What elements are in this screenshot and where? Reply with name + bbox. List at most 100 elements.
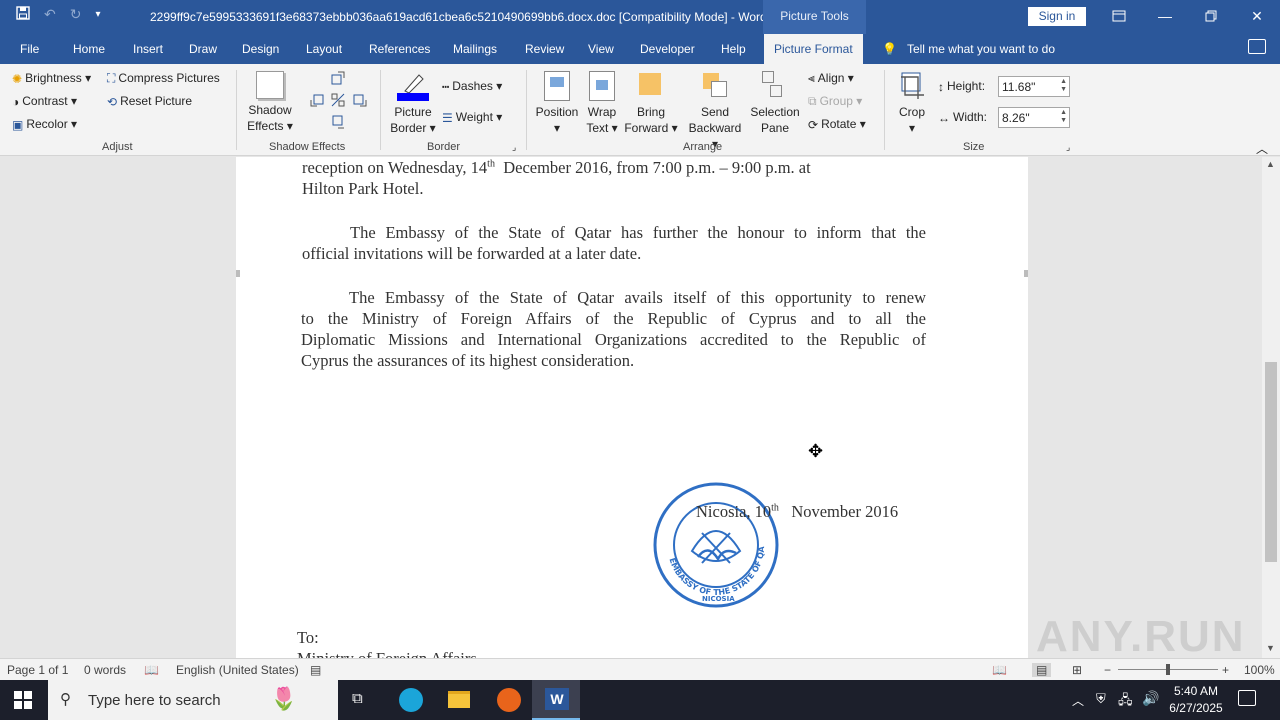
reset-picture-button[interactable]: ⟲ Reset Picture [107,94,192,109]
border-dialog-launcher-icon[interactable]: ⌟ [512,142,516,153]
task-view-icon[interactable]: ⧉ [338,680,386,720]
file-explorer-icon[interactable] [434,680,482,720]
shadow-effects-button[interactable]: Shadow Effects ▾ [244,71,296,134]
notifications-icon[interactable] [1238,690,1256,706]
dashes-icon: ┅ [442,79,450,94]
zoom-out-icon[interactable]: − [1104,663,1111,677]
document-area[interactable]: reception on Wednesday, 14th December 20… [0,157,1262,658]
resize-handle-right[interactable] [1024,270,1028,277]
comments-icon[interactable] [1248,39,1266,54]
tab-references[interactable]: References [369,42,430,56]
undo-icon[interactable]: ↶ [44,6,56,23]
date-line: Nicosia, 10th November 2016 [696,502,899,521]
language-indicator[interactable]: English (United States) [176,663,299,677]
print-layout-icon[interactable]: ▤ [1032,663,1052,677]
tab-developer[interactable]: Developer [640,42,695,56]
tab-file[interactable]: File [20,42,39,56]
tab-picture-format[interactable]: Picture Format [764,34,863,64]
width-spinner-icon[interactable]: ▲ ▼ [1060,109,1067,125]
document-page[interactable]: reception on Wednesday, 14th December 20… [236,157,1028,658]
height-input[interactable]: 11.68" ▲ ▼ [998,76,1070,97]
scroll-down-icon[interactable]: ▼ [1266,643,1275,653]
position-icon [544,71,570,101]
paragraph-invitations-line2: official invitations will be forwarded a… [302,244,642,263]
shadow-icon [256,71,284,99]
nudge-shadow-left-icon[interactable] [309,92,325,111]
height-spinner-icon[interactable]: ▲ ▼ [1060,78,1067,94]
tab-draw[interactable]: Draw [189,42,217,56]
nudge-shadow-right-icon[interactable] [352,92,368,111]
tab-insert[interactable]: Insert [133,42,163,56]
taskbar-clock[interactable]: 5:40 AM 6/27/2025 [1166,683,1226,717]
position-button[interactable]: Position ▾ [532,71,582,136]
network-icon[interactable]: 🖧 [1118,691,1133,713]
page-count[interactable]: Page 1 of 1 [7,663,68,677]
size-dialog-launcher-icon[interactable]: ⌟ [1066,142,1070,153]
bring-forward-button[interactable]: Bring Forward ▾ [622,71,680,136]
redo-icon[interactable]: ↻ [70,6,82,23]
paragraph-closing-line1: The Embassy of the State of Qatar avails… [349,288,926,307]
rotate-button[interactable]: ⟳ Rotate ▾ [808,117,866,132]
send-backward-button[interactable]: Send Backward ▾ [684,71,746,152]
zoom-in-icon[interactable]: + [1222,663,1229,677]
zoom-level[interactable]: 100% [1244,663,1275,677]
nudge-shadow-down-icon[interactable] [330,114,346,133]
picture-border-icon [397,71,429,101]
ribbon-display-options-icon[interactable] [1106,4,1132,28]
read-mode-icon[interactable]: 📖 [992,663,1007,677]
dashes-button[interactable]: ┅ Dashes ▾ [442,79,502,94]
tab-home[interactable]: Home [73,42,105,56]
recipient-to: To: [297,628,319,647]
crop-button[interactable]: Crop ▾ [892,71,932,136]
show-hidden-icons[interactable]: ︿ [1072,692,1084,709]
scrollbar-thumb[interactable] [1265,362,1277,562]
tell-me-label: Tell me what you want to do [906,42,1056,56]
weight-button[interactable]: ☰ Weight ▾ [442,110,502,125]
width-input[interactable]: 8.26" ▲ ▼ [998,107,1070,128]
sign-in-button[interactable]: Sign in [1028,7,1086,26]
contrast-button[interactable]: ◑ Contrast ▾ [12,94,77,109]
nudge-shadow-up-icon[interactable] [330,70,346,89]
picture-border-button[interactable]: Picture Border ▾ [388,71,438,136]
collapse-ribbon-icon[interactable]: ︿ [1256,140,1268,157]
word-taskbar-icon[interactable]: W [532,680,580,720]
wrap-text-button[interactable]: Wrap Text ▾ [584,71,620,136]
compress-pictures-button[interactable]: ⛶ Compress Pictures [107,71,220,86]
shadow-on-off-icon[interactable] [330,92,346,111]
tab-review[interactable]: Review [525,42,564,56]
vertical-scrollbar[interactable]: ▲ ▼ [1262,157,1280,658]
resize-handle-left[interactable] [236,270,240,277]
zoom-slider-thumb[interactable] [1166,664,1170,675]
recolor-button[interactable]: ▣ Recolor ▾ [12,117,77,132]
defender-icon[interactable]: ⛨ [1096,691,1106,707]
save-icon[interactable] [16,6,30,23]
group-label-border: Border [427,141,461,153]
minimize-icon[interactable]: — [1152,4,1178,28]
tab-design[interactable]: Design [242,42,279,56]
align-button[interactable]: ⫷ Align ▾ [808,71,854,86]
web-layout-icon[interactable]: ⊞ [1072,663,1082,677]
embassy-stamp-image[interactable]: EMBASSY OF THE STATE OF QATAR NICOSIA [649,474,780,609]
windows-start-icon[interactable] [14,691,32,712]
firefox-icon[interactable] [484,680,532,720]
tell-me-search[interactable]: 💡 Tell me what you want to do [882,42,1055,56]
volume-icon[interactable]: 🔊 [1142,690,1159,707]
selection-pane-button[interactable]: Selection Pane [748,71,802,136]
ribbon-picture-format: ✺ Brightness ▾ ◑ Contrast ▾ ▣ Recolor ▾ ⛶ Co… [0,64,1280,156]
group-button[interactable]: ⧉ Group ▾ [808,94,862,109]
taskbar-search[interactable]: ⚲ Type here to search 🌷 [48,680,338,720]
word-count[interactable]: 0 words [84,663,126,677]
crop-icon [898,71,926,101]
macro-record-icon[interactable]: ▤ [310,663,321,677]
customize-qat-icon[interactable]: ▾ [95,9,100,20]
tab-help[interactable]: Help [721,42,746,56]
restore-icon[interactable] [1198,4,1224,28]
close-icon[interactable]: ✕ [1244,4,1270,28]
scroll-up-icon[interactable]: ▲ [1266,159,1275,169]
tab-mailings[interactable]: Mailings [453,42,497,56]
tab-layout[interactable]: Layout [306,42,342,56]
proofing-icon[interactable]: 📖 [144,663,159,677]
brightness-button[interactable]: ✺ Brightness ▾ [12,71,91,86]
edge-icon[interactable] [386,680,434,720]
tab-view[interactable]: View [588,42,614,56]
